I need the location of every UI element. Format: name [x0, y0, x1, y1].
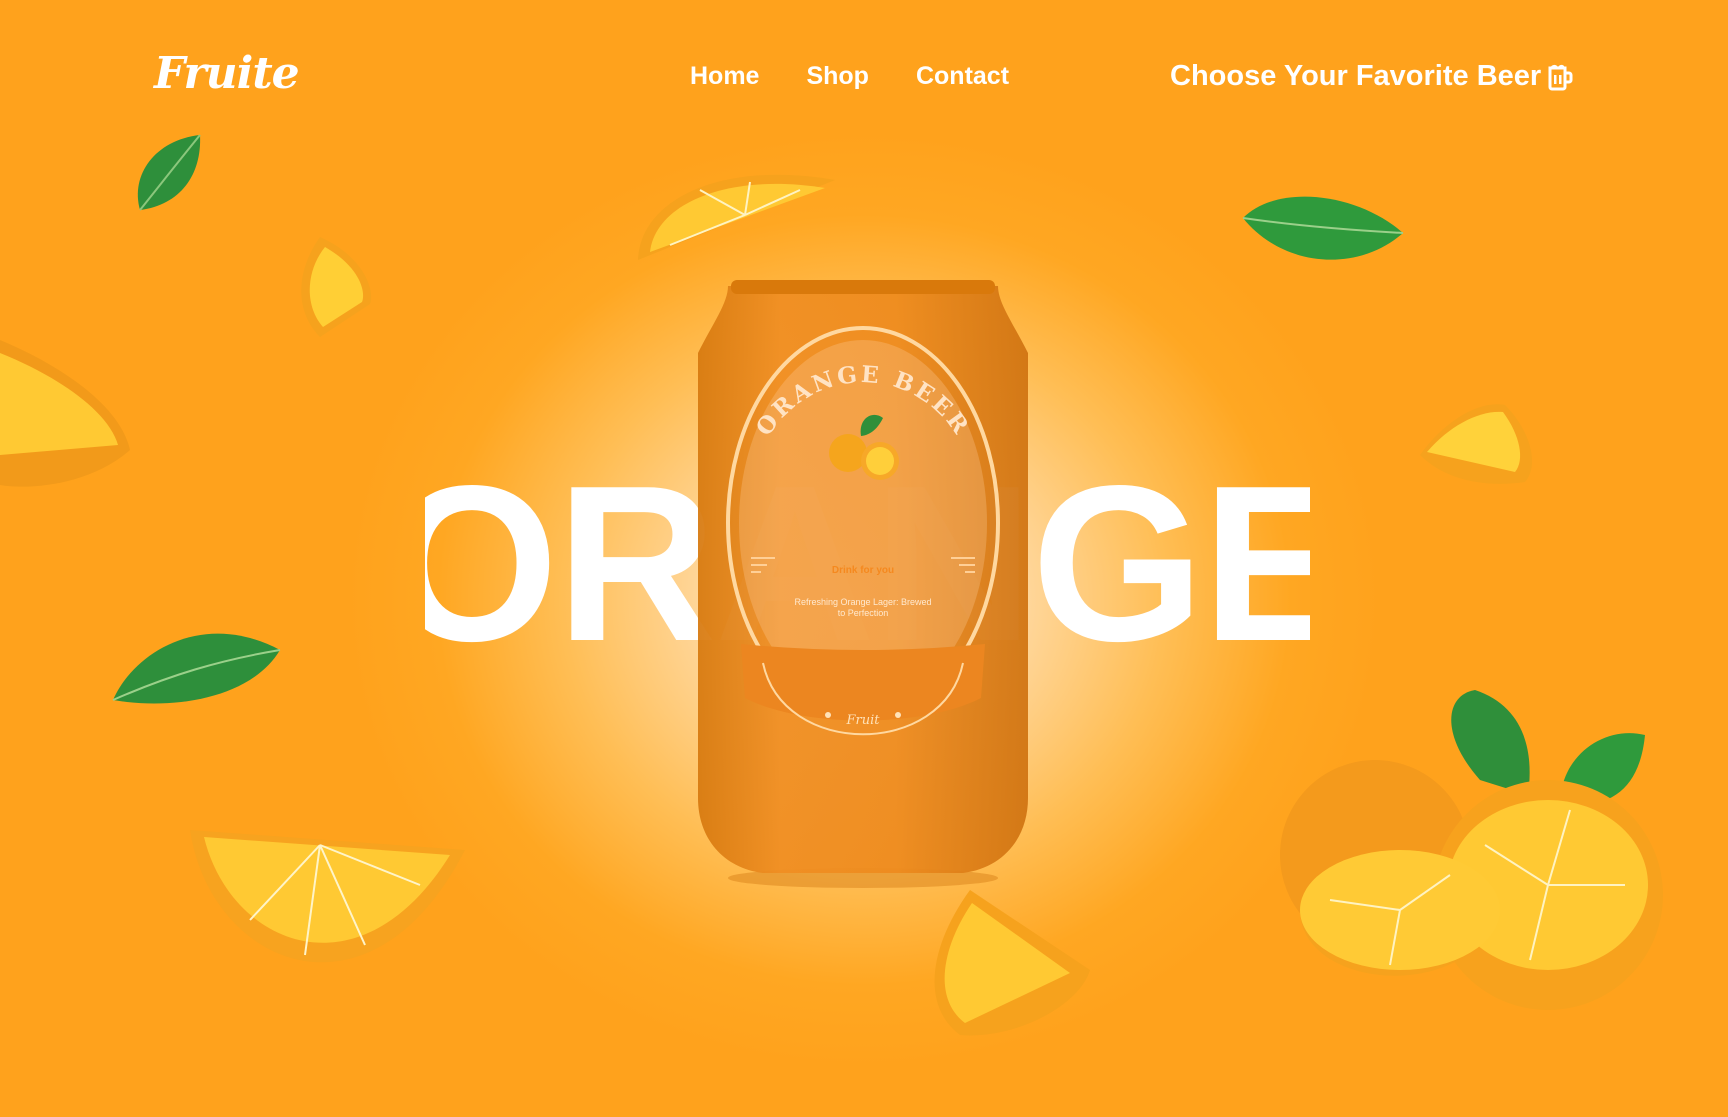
header-tagline: Choose Your Favorite Beer [1170, 60, 1542, 92]
main-nav: Home Shop Contact [690, 62, 1009, 91]
orange-wedge-icon [0, 340, 130, 487]
can-description-2: to Perfection [838, 608, 889, 618]
orange-slice-icon [638, 174, 835, 260]
leaf-icon [137, 134, 201, 211]
orange-wedge-icon [301, 237, 372, 337]
orange-wedge-icon [1420, 404, 1533, 484]
leaf-icon [1242, 196, 1404, 260]
beer-can: Drink for you Refreshing Orange Lager: B… [698, 280, 1028, 888]
can-subtitle: Drink for you [832, 565, 894, 576]
orange-half-slice-icon [190, 830, 465, 963]
leaf-icon [112, 633, 281, 704]
can-brand-mark: Fruit [846, 713, 881, 728]
nav-item-shop[interactable]: Shop [806, 62, 869, 91]
brand-logo[interactable]: Fruite [154, 48, 300, 99]
nav-item-home[interactable]: Home [690, 62, 759, 91]
nav-item-contact[interactable]: Contact [916, 62, 1009, 91]
can-description-1: Refreshing Orange Lager: Brewed [794, 597, 931, 607]
beer-mug-icon[interactable] [1545, 62, 1575, 92]
oranges-cluster-icon [1280, 690, 1663, 1010]
orange-wedge-icon [934, 890, 1090, 1036]
